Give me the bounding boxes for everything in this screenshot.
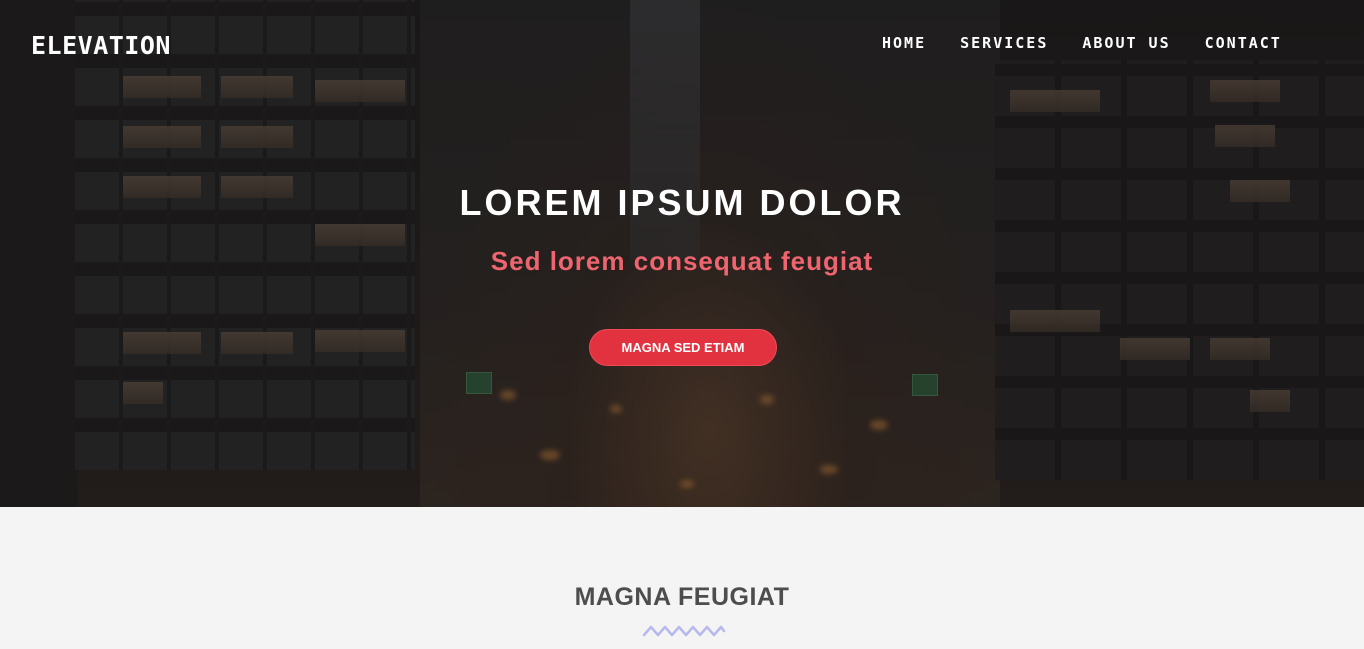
nav-contact-link[interactable]: CONTACT bbox=[1205, 32, 1282, 54]
feature-section: MAGNA FEUGIAT bbox=[0, 507, 1364, 649]
section-title: MAGNA FEUGIAT bbox=[574, 583, 790, 611]
main-nav: HOME SERVICES ABOUT US CONTACT bbox=[882, 32, 1282, 54]
cta-button[interactable]: MAGNA SED ETIAM bbox=[589, 329, 777, 366]
site-logo[interactable]: ELEVATION bbox=[31, 31, 171, 61]
hero-subtitle: Sed lorem consequat feugiat bbox=[490, 246, 874, 276]
hero-title: LOREM IPSUM DOLOR bbox=[459, 182, 905, 223]
nav-home-link[interactable]: HOME bbox=[882, 32, 926, 54]
nav-about-us-link[interactable]: ABOUT US bbox=[1082, 32, 1170, 54]
nav-services-link[interactable]: SERVICES bbox=[960, 32, 1048, 54]
zigzag-divider-icon bbox=[642, 625, 726, 637]
